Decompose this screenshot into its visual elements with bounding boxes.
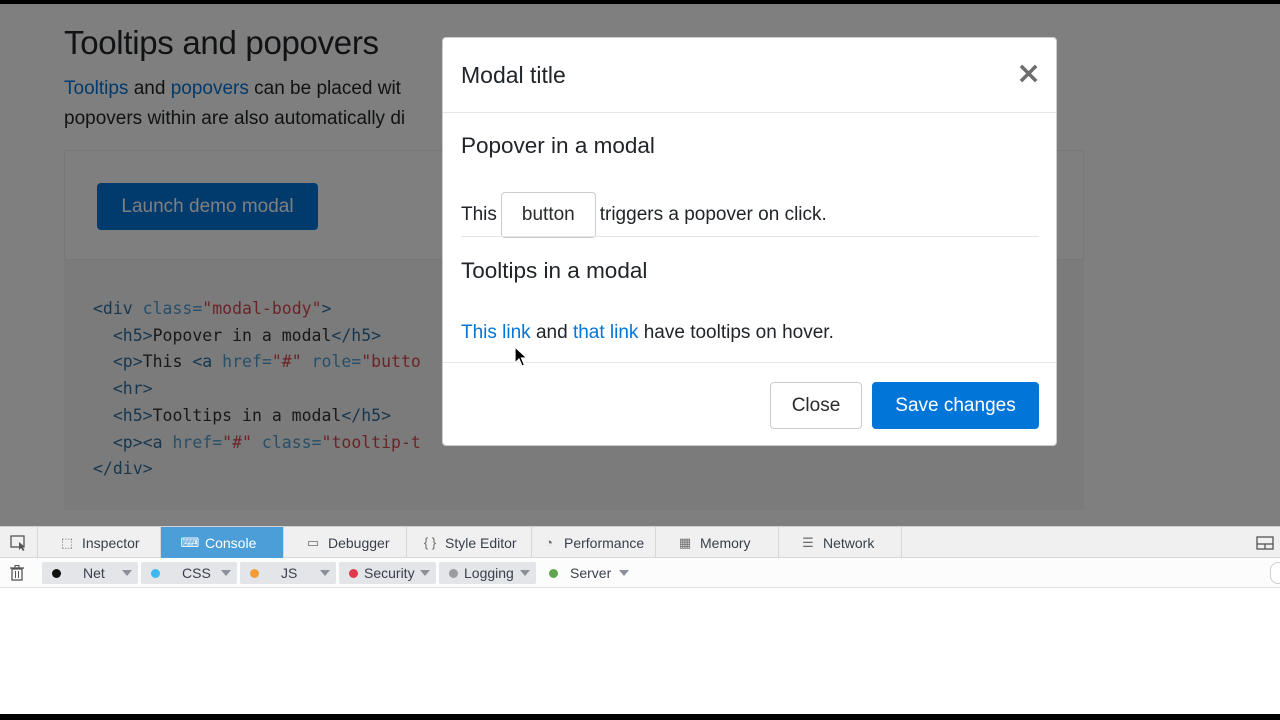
mouse-cursor-icon xyxy=(514,346,528,367)
chevron-down-icon[interactable] xyxy=(520,570,530,576)
screen-bottom-edge xyxy=(0,714,1280,720)
tab-console[interactable]: ⌨ Console xyxy=(161,527,284,558)
modal-footer: Close Save changes xyxy=(443,362,1056,446)
modal-dialog: Modal title × Popover in a modal This but… xyxy=(442,37,1057,446)
tab-style-editor[interactable]: { } Style Editor xyxy=(407,527,532,558)
filter-output-input[interactable] xyxy=(1270,562,1280,584)
security-dot-icon xyxy=(349,568,358,578)
memory-icon: ▦ xyxy=(678,534,692,550)
save-changes-button[interactable]: Save changes xyxy=(872,382,1039,429)
tab-inspector[interactable]: ⬚ Inspector xyxy=(38,527,161,558)
chevron-down-icon[interactable] xyxy=(420,570,430,576)
console-filterbar: Net CSS JS Security Logging Server xyxy=(0,558,1280,588)
logging-dot-icon xyxy=(449,568,458,578)
close-button[interactable]: Close xyxy=(770,382,862,429)
modal-body: Popover in a modal This button triggers a … xyxy=(443,114,1056,362)
filter-net[interactable]: Net xyxy=(42,562,138,584)
modal-header: Modal title × xyxy=(443,38,1056,113)
filter-js[interactable]: JS xyxy=(240,562,336,584)
js-dot-icon xyxy=(250,568,259,578)
chevron-down-icon[interactable] xyxy=(320,570,330,576)
filter-logging[interactable]: Logging xyxy=(439,562,536,584)
filter-security[interactable]: Security xyxy=(339,562,436,584)
inspector-icon: ⬚ xyxy=(60,534,74,550)
devtools-panel: ⬚ Inspector ⌨ Console ▭ Debugger { } Style E… xyxy=(0,526,1280,714)
server-dot-icon xyxy=(549,568,558,578)
chevron-down-icon[interactable] xyxy=(619,570,629,576)
network-icon: ☰ xyxy=(802,534,814,550)
css-dot-icon xyxy=(151,568,160,578)
tooltip-link-1[interactable]: This link xyxy=(461,322,531,343)
element-picker-icon[interactable] xyxy=(0,527,38,558)
filter-server[interactable]: Server xyxy=(539,562,635,584)
popover-trigger-button[interactable]: button xyxy=(500,192,596,238)
dock-layout-icon[interactable] xyxy=(1250,527,1280,558)
modal-title: Modal title xyxy=(461,62,566,88)
debugger-icon: ▭ xyxy=(306,534,320,550)
tab-network[interactable]: ☰ Network xyxy=(779,527,902,558)
chevron-down-icon[interactable] xyxy=(122,570,132,576)
modal-close-icon[interactable]: × xyxy=(1016,59,1041,89)
section-title-tooltips: Tooltips in a modal xyxy=(461,258,648,283)
chevron-down-icon[interactable] xyxy=(221,570,231,576)
tab-performance[interactable]: ◔ Performance xyxy=(532,527,656,558)
net-dot-icon xyxy=(52,568,61,578)
popover-paragraph: This button triggers a popover on click. xyxy=(461,192,827,238)
style-editor-icon: { } xyxy=(423,535,437,550)
modal-divider xyxy=(461,236,1039,237)
performance-icon: ◔ xyxy=(545,535,553,550)
tooltips-paragraph: This link and that link have tooltips on… xyxy=(461,322,834,343)
tab-debugger[interactable]: ▭ Debugger xyxy=(284,527,407,558)
clear-console-trash-icon[interactable] xyxy=(8,564,26,582)
console-icon: ⌨ xyxy=(180,534,200,550)
devtools-tabbar: ⬚ Inspector ⌨ Console ▭ Debugger { } Style E… xyxy=(0,527,1280,558)
section-title-popover: Popover in a modal xyxy=(461,133,655,158)
tab-memory[interactable]: ▦ Memory xyxy=(656,527,779,558)
filter-css[interactable]: CSS xyxy=(141,562,237,584)
tooltip-link-2[interactable]: that link xyxy=(573,322,638,343)
